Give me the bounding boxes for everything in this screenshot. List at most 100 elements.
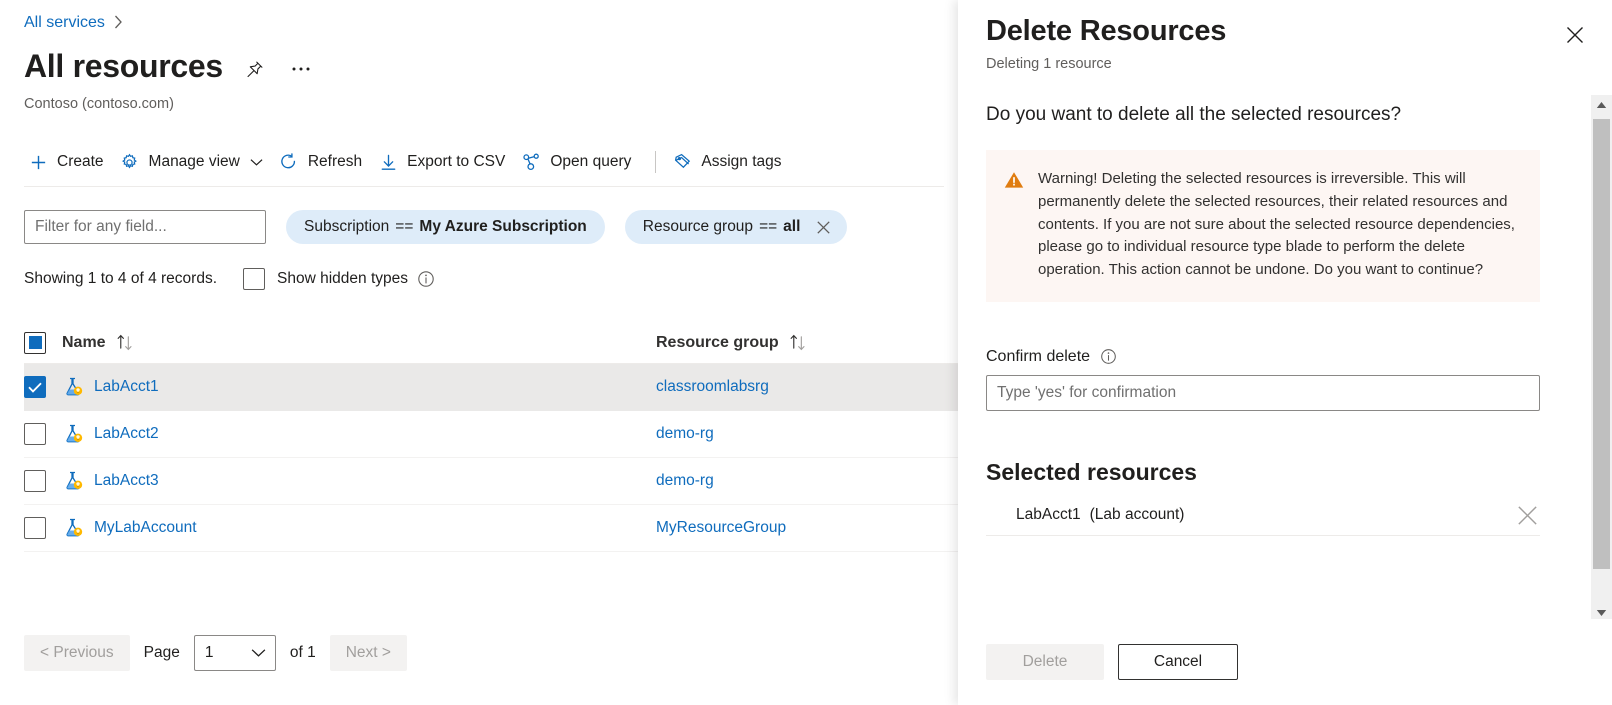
pin-icon[interactable] [241, 55, 269, 83]
next-page-button[interactable]: Next > [330, 635, 407, 671]
row-name-link[interactable]: MyLabAccount [94, 519, 197, 537]
confirm-delete-input[interactable] [986, 375, 1540, 411]
pill-field-resource-group: Resource group [643, 218, 753, 236]
table-row[interactable]: LabAcct1 classroomlabsrg [24, 364, 958, 411]
chevron-down-icon [251, 648, 266, 658]
table-row[interactable]: MyLabAccount MyResourceGroup [24, 505, 958, 552]
pagination-bar: < Previous Page 1 of 1 Next > [24, 635, 407, 671]
row-name-link[interactable]: LabAcct1 [94, 378, 159, 396]
previous-page-button[interactable]: < Previous [24, 635, 130, 671]
tag-icon [672, 152, 692, 172]
delete-resources-panel: Delete Resources Deleting 1 resource Do … [958, 0, 1612, 705]
assign-tags-button[interactable]: Assign tags [668, 145, 793, 179]
records-count-text: Showing 1 to 4 of 4 records. [24, 270, 217, 288]
row-select-cell [24, 423, 62, 445]
row-checkbox[interactable] [24, 423, 46, 445]
breadcrumb-separator-icon [114, 15, 123, 32]
table-row[interactable]: LabAcct2 demo-rg [24, 411, 958, 458]
assign-tags-label: Assign tags [701, 153, 781, 171]
row-resource-group-link[interactable]: classroomlabsrg [656, 378, 769, 396]
row-select-cell [24, 376, 62, 398]
filter-pill-resource-group[interactable]: Resource group == all [625, 210, 848, 244]
panel-title: Delete Resources [986, 14, 1582, 49]
column-header-name-label: Name [62, 334, 106, 352]
panel-scrollbar[interactable] [1591, 95, 1612, 623]
selected-resource-name: LabAcct1 [1016, 506, 1081, 524]
pill-op-subscription: == [395, 218, 413, 236]
row-checkbox[interactable] [24, 376, 46, 398]
row-name-cell: LabAcct3 [62, 470, 656, 492]
pill-op-resource-group: == [759, 218, 777, 236]
row-checkbox[interactable] [24, 517, 46, 539]
select-all-checkbox[interactable] [24, 332, 46, 354]
ellipsis-icon[interactable] [287, 55, 315, 83]
page-title-row: All resources [24, 48, 315, 85]
panel-scrollbar-track[interactable] [1591, 115, 1612, 603]
row-resource-group-link[interactable]: demo-rg [656, 425, 714, 443]
open-query-label: Open query [550, 153, 631, 171]
filter-pill-subscription[interactable]: Subscription == My Azure Subscription [286, 210, 605, 244]
warning-triangle-icon [1004, 171, 1024, 194]
directory-subtitle: Contoso (contoso.com) [24, 96, 174, 112]
delete-button[interactable]: Delete [986, 644, 1104, 680]
records-row: Showing 1 to 4 of 4 records. Show hidden… [24, 268, 435, 290]
close-icon[interactable] [1515, 503, 1540, 528]
breadcrumb: All services [24, 14, 123, 32]
lab-account-icon [62, 376, 84, 398]
sort-arrows-icon [789, 334, 808, 351]
create-label: Create [57, 153, 104, 171]
refresh-button[interactable]: Refresh [275, 145, 374, 179]
row-name-link[interactable]: LabAcct3 [94, 472, 159, 490]
table-row[interactable]: LabAcct3 demo-rg [24, 458, 958, 505]
azure-portal-screen: All services All resources Contoso (cont… [0, 0, 1612, 705]
show-hidden-types-checkbox[interactable] [243, 268, 265, 290]
search-input[interactable] [24, 210, 266, 244]
cancel-button[interactable]: Cancel [1118, 644, 1238, 680]
page-number-value: 1 [205, 644, 214, 662]
row-resource-group-link[interactable]: MyResourceGroup [656, 519, 786, 537]
chevron-up-icon[interactable] [1591, 95, 1612, 115]
page-number-select[interactable]: 1 [194, 635, 276, 671]
manage-view-button[interactable]: Manage view [116, 145, 275, 179]
warning-banner: Warning! Deleting the selected resources… [986, 150, 1540, 302]
row-resource-group-link[interactable]: demo-rg [656, 472, 714, 490]
close-icon[interactable] [1558, 18, 1592, 52]
panel-question: Do you want to delete all the selected r… [986, 104, 1540, 126]
info-icon[interactable] [417, 270, 435, 288]
column-header-name[interactable]: Name [62, 334, 656, 352]
breadcrumb-all-services-link[interactable]: All services [24, 14, 105, 32]
row-checkbox[interactable] [24, 470, 46, 492]
row-resource-group-cell: demo-rg [656, 472, 958, 490]
panel-footer: Delete Cancel [958, 619, 1612, 705]
create-button[interactable]: Create [24, 145, 116, 179]
lab-account-icon [62, 517, 84, 539]
selected-resource-item: LabAcct1 (Lab account) [986, 496, 1540, 536]
command-toolbar: Create Manage view [24, 142, 794, 182]
panel-subtitle: Deleting 1 resource [986, 56, 1582, 72]
warning-text: Warning! Deleting the selected resources… [1038, 168, 1516, 282]
row-resource-group-cell: classroomlabsrg [656, 378, 958, 396]
pill-value-resource-group: all [783, 218, 800, 236]
row-name-cell: LabAcct2 [62, 423, 656, 445]
filter-row: Subscription == My Azure Subscription Re… [24, 210, 847, 244]
all-resources-blade: All services All resources Contoso (cont… [0, 0, 958, 705]
manage-view-label: Manage view [149, 153, 240, 171]
sort-arrows-icon [116, 334, 135, 351]
close-icon[interactable] [814, 218, 833, 237]
column-header-resource-group[interactable]: Resource group [656, 334, 958, 352]
info-icon[interactable] [1100, 348, 1117, 365]
selected-resources-title: Selected resources [986, 459, 1540, 486]
row-select-cell [24, 517, 62, 539]
row-name-link[interactable]: LabAcct2 [94, 425, 159, 443]
export-to-csv-label: Export to CSV [407, 153, 505, 171]
chevron-down-icon [250, 158, 263, 167]
row-select-cell [24, 470, 62, 492]
export-to-csv-button[interactable]: Export to CSV [374, 145, 517, 179]
toolbar-separator [655, 151, 656, 173]
panel-scrollbar-thumb[interactable] [1593, 119, 1610, 569]
open-query-button[interactable]: Open query [517, 145, 643, 179]
panel-header: Delete Resources Deleting 1 resource [958, 0, 1612, 72]
pill-field-subscription: Subscription [304, 218, 389, 236]
pill-value-subscription: My Azure Subscription [419, 218, 586, 236]
download-icon [378, 152, 398, 172]
